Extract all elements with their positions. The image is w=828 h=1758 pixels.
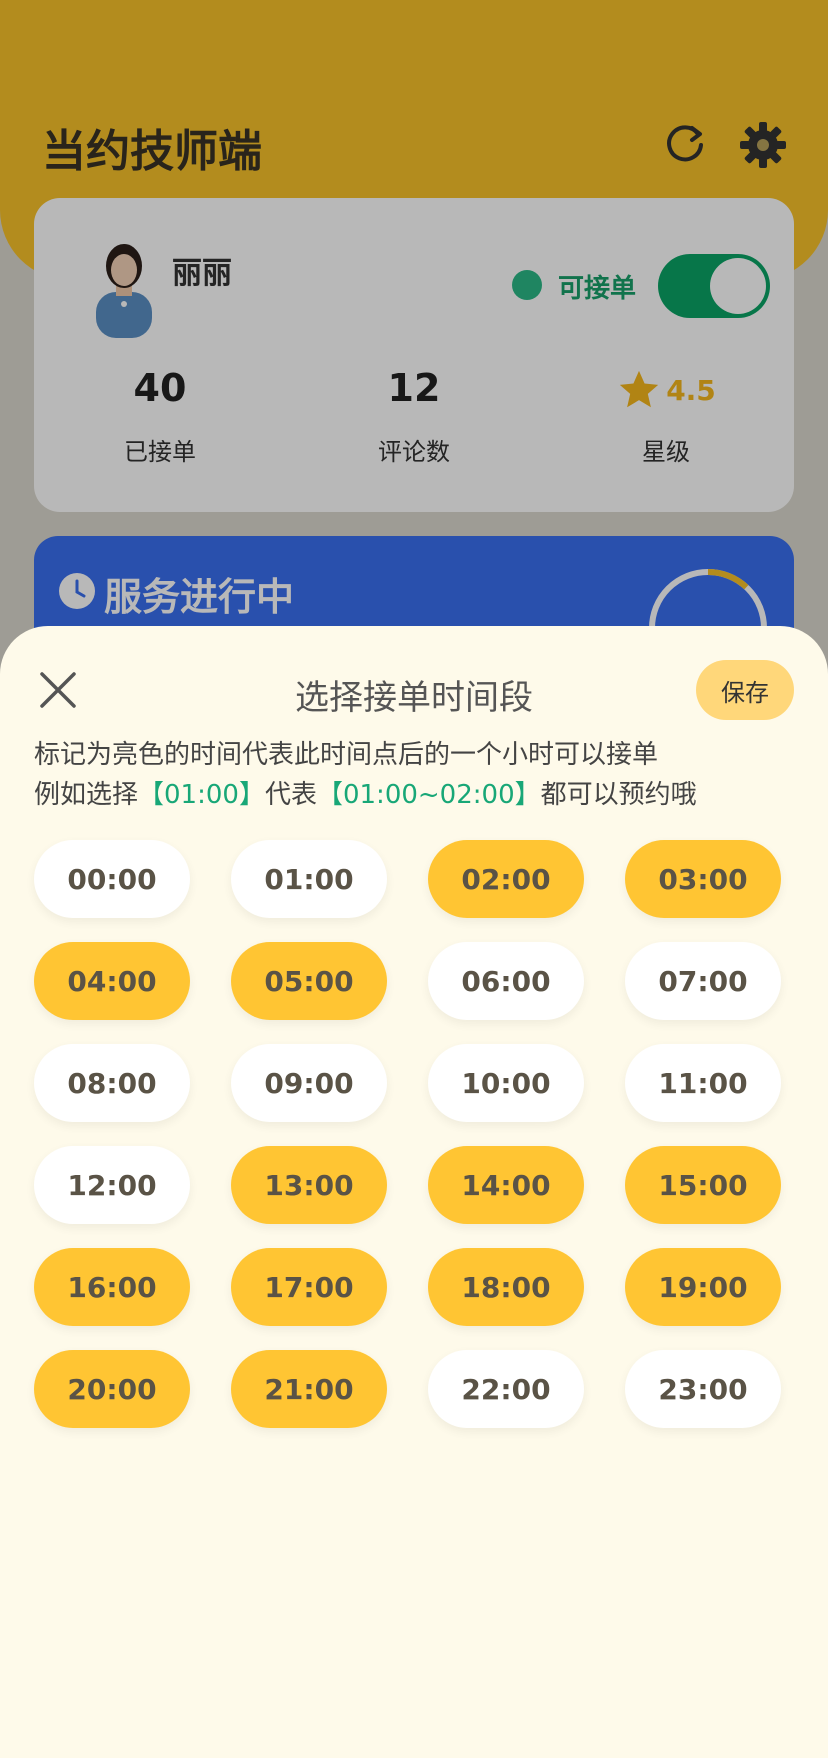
time-slot[interactable]: 02:00 [428,840,584,918]
desc2-suffix: 都可以预约哦 [540,780,697,810]
time-slot[interactable]: 03:00 [625,840,781,918]
time-slot[interactable]: 12:00 [34,1146,190,1224]
desc2-prefix: 例如选择 [34,780,139,810]
time-slot[interactable]: 01:00 [231,840,387,918]
time-slot[interactable]: 21:00 [231,1350,387,1428]
desc2-example-1: 【01:00】 [138,780,265,810]
time-slot[interactable]: 06:00 [428,942,584,1020]
desc2-example-2: 【01:00~02:00】 [316,780,541,810]
time-slot[interactable]: 05:00 [231,942,387,1020]
time-slot[interactable]: 19:00 [625,1248,781,1326]
time-slot[interactable]: 07:00 [625,942,781,1020]
time-slot[interactable]: 17:00 [231,1248,387,1326]
time-slot[interactable]: 09:00 [231,1044,387,1122]
time-slot[interactable]: 10:00 [428,1044,584,1122]
time-slot[interactable]: 08:00 [34,1044,190,1122]
time-slot[interactable]: 23:00 [625,1350,781,1428]
time-slot[interactable]: 13:00 [231,1146,387,1224]
time-slot[interactable]: 22:00 [428,1350,584,1428]
desc2-mid: 代表 [264,780,317,810]
time-slot[interactable]: 04:00 [34,942,190,1020]
description-line-2: 例如选择【01:00】代表【01:00~02:00】都可以预约哦 [34,774,814,811]
time-slot[interactable]: 20:00 [34,1350,190,1428]
save-button[interactable]: 保存 [696,660,794,720]
time-slot[interactable]: 16:00 [34,1248,190,1326]
time-slot[interactable]: 18:00 [428,1248,584,1326]
time-slot-grid: 00:00 01:00 02:00 03:00 04:00 05:00 06:0… [34,840,794,1428]
time-slot[interactable]: 14:00 [428,1146,584,1224]
time-slot[interactable]: 15:00 [625,1146,781,1224]
time-slot[interactable]: 11:00 [625,1044,781,1122]
time-slot[interactable]: 00:00 [34,840,190,918]
time-slot-sheet: 选择接单时间段 保存 标记为亮色的时间代表此时间点后的一个小时可以接单 例如选择… [0,626,828,1758]
description-line-1: 标记为亮色的时间代表此时间点后的一个小时可以接单 [34,740,659,770]
